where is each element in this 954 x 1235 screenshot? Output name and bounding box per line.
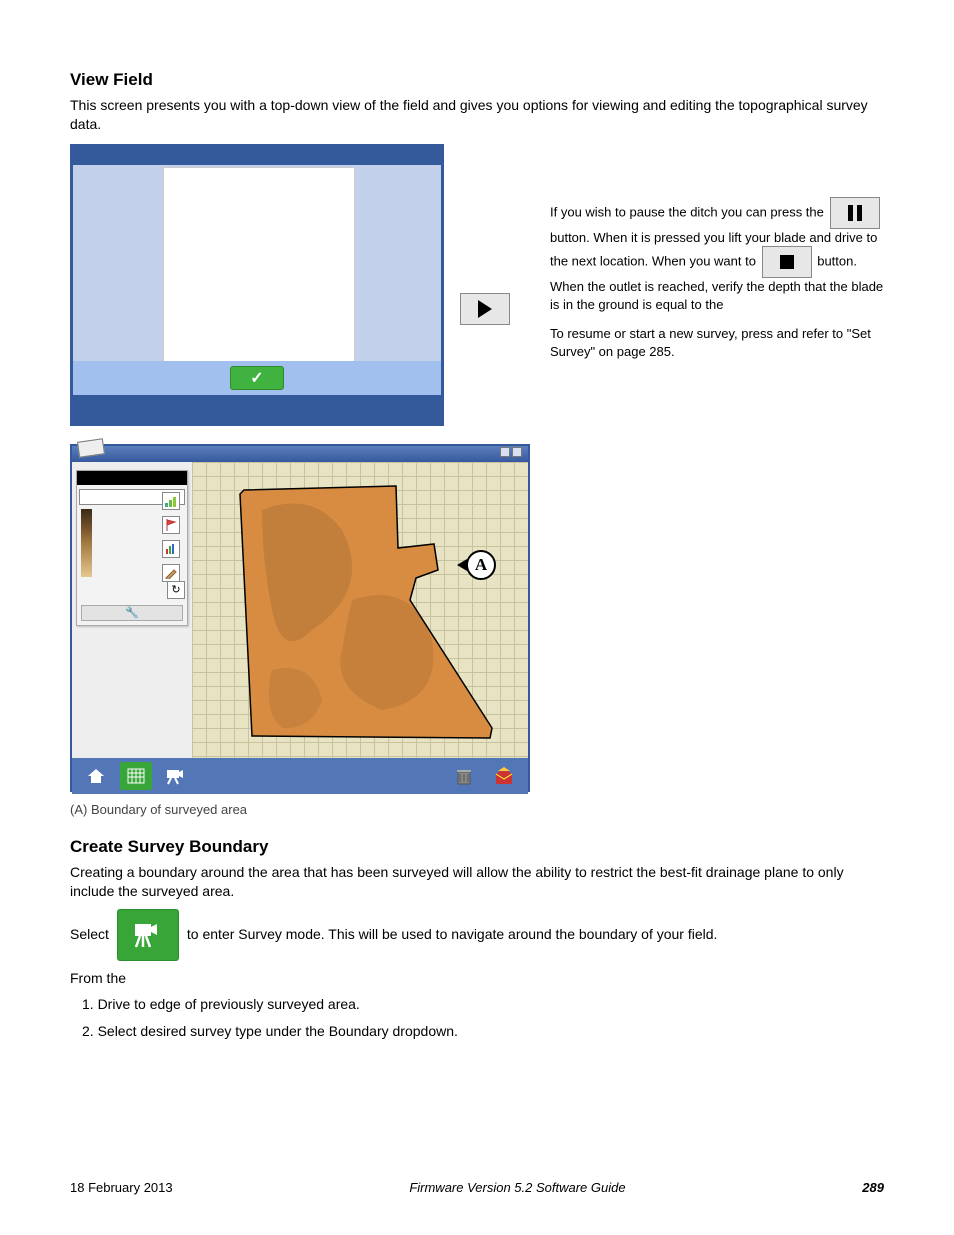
map-tab-chip — [77, 438, 105, 457]
home-button[interactable] — [80, 762, 112, 790]
check-icon: ✓ — [250, 368, 263, 388]
section2-para2-suf: to enter Survey mode. This will be used … — [187, 925, 718, 944]
warning-button[interactable] — [488, 762, 520, 790]
terrain-area — [232, 480, 502, 748]
step-2: 2. Select desired survey type under the … — [70, 1022, 884, 1041]
flag-tool[interactable] — [162, 516, 180, 534]
step-1: 1. Drive to edge of previously surveyed … — [70, 995, 884, 1014]
data-button[interactable] — [448, 762, 480, 790]
survey-mode-button[interactable] — [117, 909, 179, 961]
chart-tool[interactable] — [162, 540, 180, 558]
gradient-tool[interactable] — [162, 492, 180, 510]
survey-camera-icon — [165, 766, 187, 786]
pen-tool[interactable] — [162, 564, 180, 582]
survey-button-small[interactable] — [160, 762, 192, 790]
settings-tool[interactable]: 🔧 — [81, 605, 183, 621]
steps-prefix: From the — [70, 970, 126, 986]
map-screenshot: A ↻ — [70, 444, 530, 792]
footer-date: 18 February 2013 — [70, 1180, 173, 1195]
grid-button[interactable] — [120, 762, 152, 790]
section2-para2-pre: Select — [70, 925, 109, 944]
callout-marker-a: A — [466, 550, 496, 580]
confirm-button[interactable]: ✓ — [230, 366, 284, 390]
footer-page: 289 — [862, 1180, 884, 1195]
survey-camera-icon-large — [131, 920, 165, 950]
pause-icon — [848, 205, 862, 221]
titlebar-icons — [500, 447, 522, 457]
grid-icon — [126, 767, 146, 785]
section-body-view-field: This screen presents you with a top-down… — [70, 96, 884, 134]
stop-button[interactable] — [762, 246, 812, 278]
dialog-screenshot: ✓ — [70, 144, 444, 426]
section-title-view-field: View Field — [70, 70, 884, 90]
section-title-create-boundary: Create Survey Boundary — [70, 837, 884, 857]
footer-issue: Firmware Version 5.2 Software Guide — [409, 1180, 625, 1195]
envelope-icon — [494, 766, 514, 786]
pause-button[interactable] — [830, 197, 880, 229]
section2-para1: Creating a boundary around the area that… — [70, 863, 884, 901]
play-button[interactable] — [460, 293, 510, 325]
home-icon — [86, 767, 106, 785]
stop-icon — [780, 255, 794, 269]
trash-icon — [454, 766, 474, 786]
para-resume-pre: To resume or start a new survey, press — [550, 326, 773, 341]
refresh-tool[interactable]: ↻ — [167, 581, 185, 599]
wrench-icon: 🔧 — [125, 606, 139, 619]
callout-a-label: (A) Boundary of surveyed area — [70, 802, 530, 817]
para-pause-a: If you wish to pause the ditch you can p… — [550, 204, 824, 219]
play-icon — [478, 300, 492, 318]
